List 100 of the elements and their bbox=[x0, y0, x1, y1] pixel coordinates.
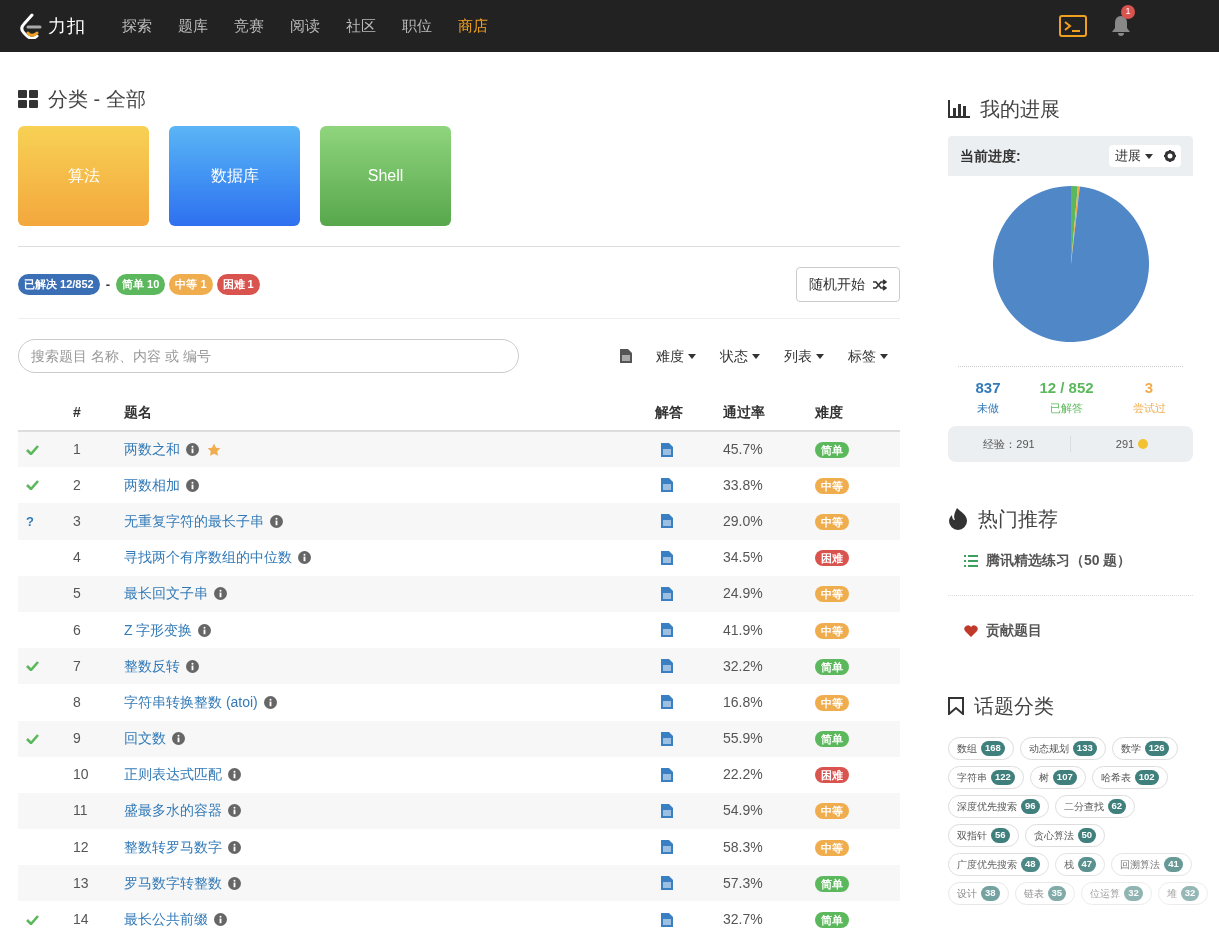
table-row[interactable]: 4 寻找两个有序数组的中位数 34.5% 困难 bbox=[18, 539, 900, 576]
problem-link[interactable]: 盛最多水的容器 bbox=[124, 800, 222, 822]
problem-link[interactable]: 正则表达式匹配 bbox=[124, 764, 222, 786]
difficulty-badge: 中等 bbox=[815, 513, 849, 530]
problem-link[interactable]: 整数转罗马数字 bbox=[124, 836, 222, 858]
difficulty-badge: 中等 bbox=[815, 694, 849, 711]
table-cell: 7 bbox=[66, 648, 124, 685]
table-row[interactable]: 13 罗马数字转整数 57.3% 简单 bbox=[18, 865, 900, 902]
table-row[interactable]: 9 回文数 55.9% 简单 bbox=[18, 720, 900, 757]
column-header: 题名 bbox=[124, 395, 655, 431]
table-cell: 29.0% bbox=[723, 503, 815, 540]
topic-count: 35 bbox=[1047, 886, 1067, 901]
table-cell: 2 bbox=[66, 467, 124, 504]
nav-link[interactable]: 题库 bbox=[177, 14, 208, 38]
table-cell: 32.2% bbox=[723, 648, 815, 685]
problem-link[interactable]: 整数反转 bbox=[124, 655, 180, 677]
table-row[interactable]: 5 最长回文子串 24.9% 中等 bbox=[18, 575, 900, 612]
difficulty-badge: 中等 bbox=[815, 803, 849, 820]
nav-link[interactable]: 探索 bbox=[121, 14, 152, 38]
difficulty-badge: 中等 bbox=[815, 586, 849, 603]
table-cell: 10 bbox=[66, 756, 124, 793]
difficulty-badge: 中等 bbox=[815, 477, 849, 494]
nav-link[interactable]: 竞赛 bbox=[233, 14, 264, 38]
difficulty-badge: 中等 bbox=[815, 839, 849, 856]
table-row[interactable]: ? 3 无重复字符的最长子串 29.0% 中等 bbox=[18, 503, 900, 540]
section-title: 分类 - 全部 bbox=[48, 87, 146, 112]
brand-name[interactable]: 力扣 bbox=[48, 12, 86, 40]
nav-link[interactable]: 职位 bbox=[401, 14, 432, 38]
problem-link[interactable]: 两数之和 bbox=[124, 439, 180, 461]
problem-link[interactable]: 字符串转换整数 (atoi) bbox=[124, 691, 258, 713]
table-row[interactable]: 6 Z 字形变换 41.9% 中等 bbox=[18, 611, 900, 649]
table-cell: 22.2% bbox=[723, 756, 815, 793]
topic-count: 133 bbox=[1072, 741, 1097, 756]
table-cell: 45.7% bbox=[723, 431, 815, 468]
topic-count: 56 bbox=[991, 828, 1010, 843]
topic-count: 168 bbox=[981, 741, 1005, 756]
table-row[interactable]: 10 正则表达式匹配 22.2% 困难 bbox=[18, 756, 900, 793]
table-cell: 34.5% bbox=[723, 539, 815, 576]
topic-count: 50 bbox=[1077, 828, 1097, 843]
nav-link[interactable]: 社区 bbox=[345, 14, 376, 38]
experience-text: 经验：291 bbox=[982, 436, 1036, 452]
contribute-link[interactable]: 贡献题目 bbox=[986, 620, 1042, 641]
search-field[interactable]: 搜索题目 名称、内容 或 编号 bbox=[18, 339, 519, 373]
filter-dropdown[interactable]: 列表 bbox=[784, 345, 824, 367]
problem-link[interactable]: 无重复字符的最长子串 bbox=[124, 510, 264, 532]
current-progress-label: 当前进度: bbox=[960, 146, 1021, 166]
nav-link[interactable]: 阅读 bbox=[289, 14, 320, 38]
practice-list-link[interactable]: 腾讯精选练习（50 题） bbox=[986, 550, 1132, 571]
difficulty-badge: 简单 bbox=[815, 731, 849, 748]
table-cell: 11 bbox=[66, 792, 124, 830]
table-cell: 32.7% bbox=[723, 901, 815, 934]
stat-label: 已解答 bbox=[1050, 400, 1083, 416]
problem-link[interactable]: 罗马数字转整数 bbox=[124, 872, 222, 894]
difficulty-badge: 简单 bbox=[815, 442, 849, 459]
topic-count: 62 bbox=[1107, 799, 1127, 814]
filter-dropdown[interactable]: 状态 bbox=[720, 345, 760, 367]
table-cell: 24.9% bbox=[723, 575, 815, 612]
solved-badge: 已解决 12/852 bbox=[18, 274, 100, 295]
problem-link[interactable]: 寻找两个有序数组的中位数 bbox=[124, 547, 292, 569]
topic-count: 32 bbox=[1124, 886, 1143, 901]
table-cell: 41.9% bbox=[723, 611, 815, 649]
topic-count: 122 bbox=[991, 770, 1015, 785]
difficulty-badge: 简单 bbox=[815, 875, 849, 892]
problem-link[interactable]: 回文数 bbox=[124, 728, 166, 750]
random-start-button[interactable]: 随机开始 bbox=[796, 267, 900, 302]
table-cell: 8 bbox=[66, 684, 124, 721]
table-row[interactable]: 14 最长公共前缀 32.7% 简单 bbox=[18, 901, 900, 934]
problem-link[interactable]: 两数相加 bbox=[124, 474, 180, 496]
problem-link[interactable]: 最长回文子串 bbox=[124, 583, 208, 605]
table-cell: 3 bbox=[66, 503, 124, 540]
filter-dropdown[interactable]: 难度 bbox=[656, 345, 696, 367]
table-row[interactable]: 8 字符串转换整数 (atoi) 16.8% 中等 bbox=[18, 684, 900, 721]
topic-count: 38 bbox=[981, 886, 1000, 901]
problem-link[interactable]: 最长公共前缀 bbox=[124, 909, 208, 931]
table-cell: 58.3% bbox=[723, 829, 815, 866]
table-cell: 9 bbox=[66, 720, 124, 757]
table-row[interactable]: 11 盛最多水的容器 54.9% 中等 bbox=[18, 792, 900, 830]
table-row[interactable]: 12 整数转罗马数字 58.3% 中等 bbox=[18, 829, 900, 866]
topic-count: 41 bbox=[1164, 857, 1183, 872]
difficulty-badge: 简单 bbox=[815, 658, 849, 675]
table-row[interactable]: 7 整数反转 32.2% 简单 bbox=[18, 648, 900, 685]
column-header: 通过率 bbox=[723, 395, 815, 431]
table-row[interactable]: 2 两数相加 33.8% 中等 bbox=[18, 467, 900, 504]
topic-count: 48 bbox=[1021, 857, 1040, 872]
stat-value: 3 bbox=[1144, 378, 1154, 398]
table-cell: 5 bbox=[66, 575, 124, 612]
table-cell: 55.9% bbox=[723, 720, 815, 757]
table-row[interactable]: 1 两数之和 45.7% 简单 bbox=[18, 431, 900, 468]
filter-dropdown[interactable]: 标签 bbox=[848, 345, 888, 367]
problem-link[interactable]: Z 字形变换 bbox=[124, 619, 193, 641]
topic-count: 32 bbox=[1180, 886, 1200, 901]
difficulty-badge: 困难 bbox=[815, 550, 849, 567]
coins-text: 291 bbox=[1115, 436, 1135, 452]
table-cell: 16.8% bbox=[723, 684, 815, 721]
topic-count: 126 bbox=[1144, 741, 1169, 756]
section-title: 话题分类 bbox=[974, 694, 1054, 719]
stat-label: 尝试过 bbox=[1132, 400, 1166, 416]
nav-link[interactable]: 商店 bbox=[457, 14, 488, 38]
stat-label: 未做 bbox=[976, 400, 999, 416]
notification-badge: 1 bbox=[1121, 5, 1135, 19]
